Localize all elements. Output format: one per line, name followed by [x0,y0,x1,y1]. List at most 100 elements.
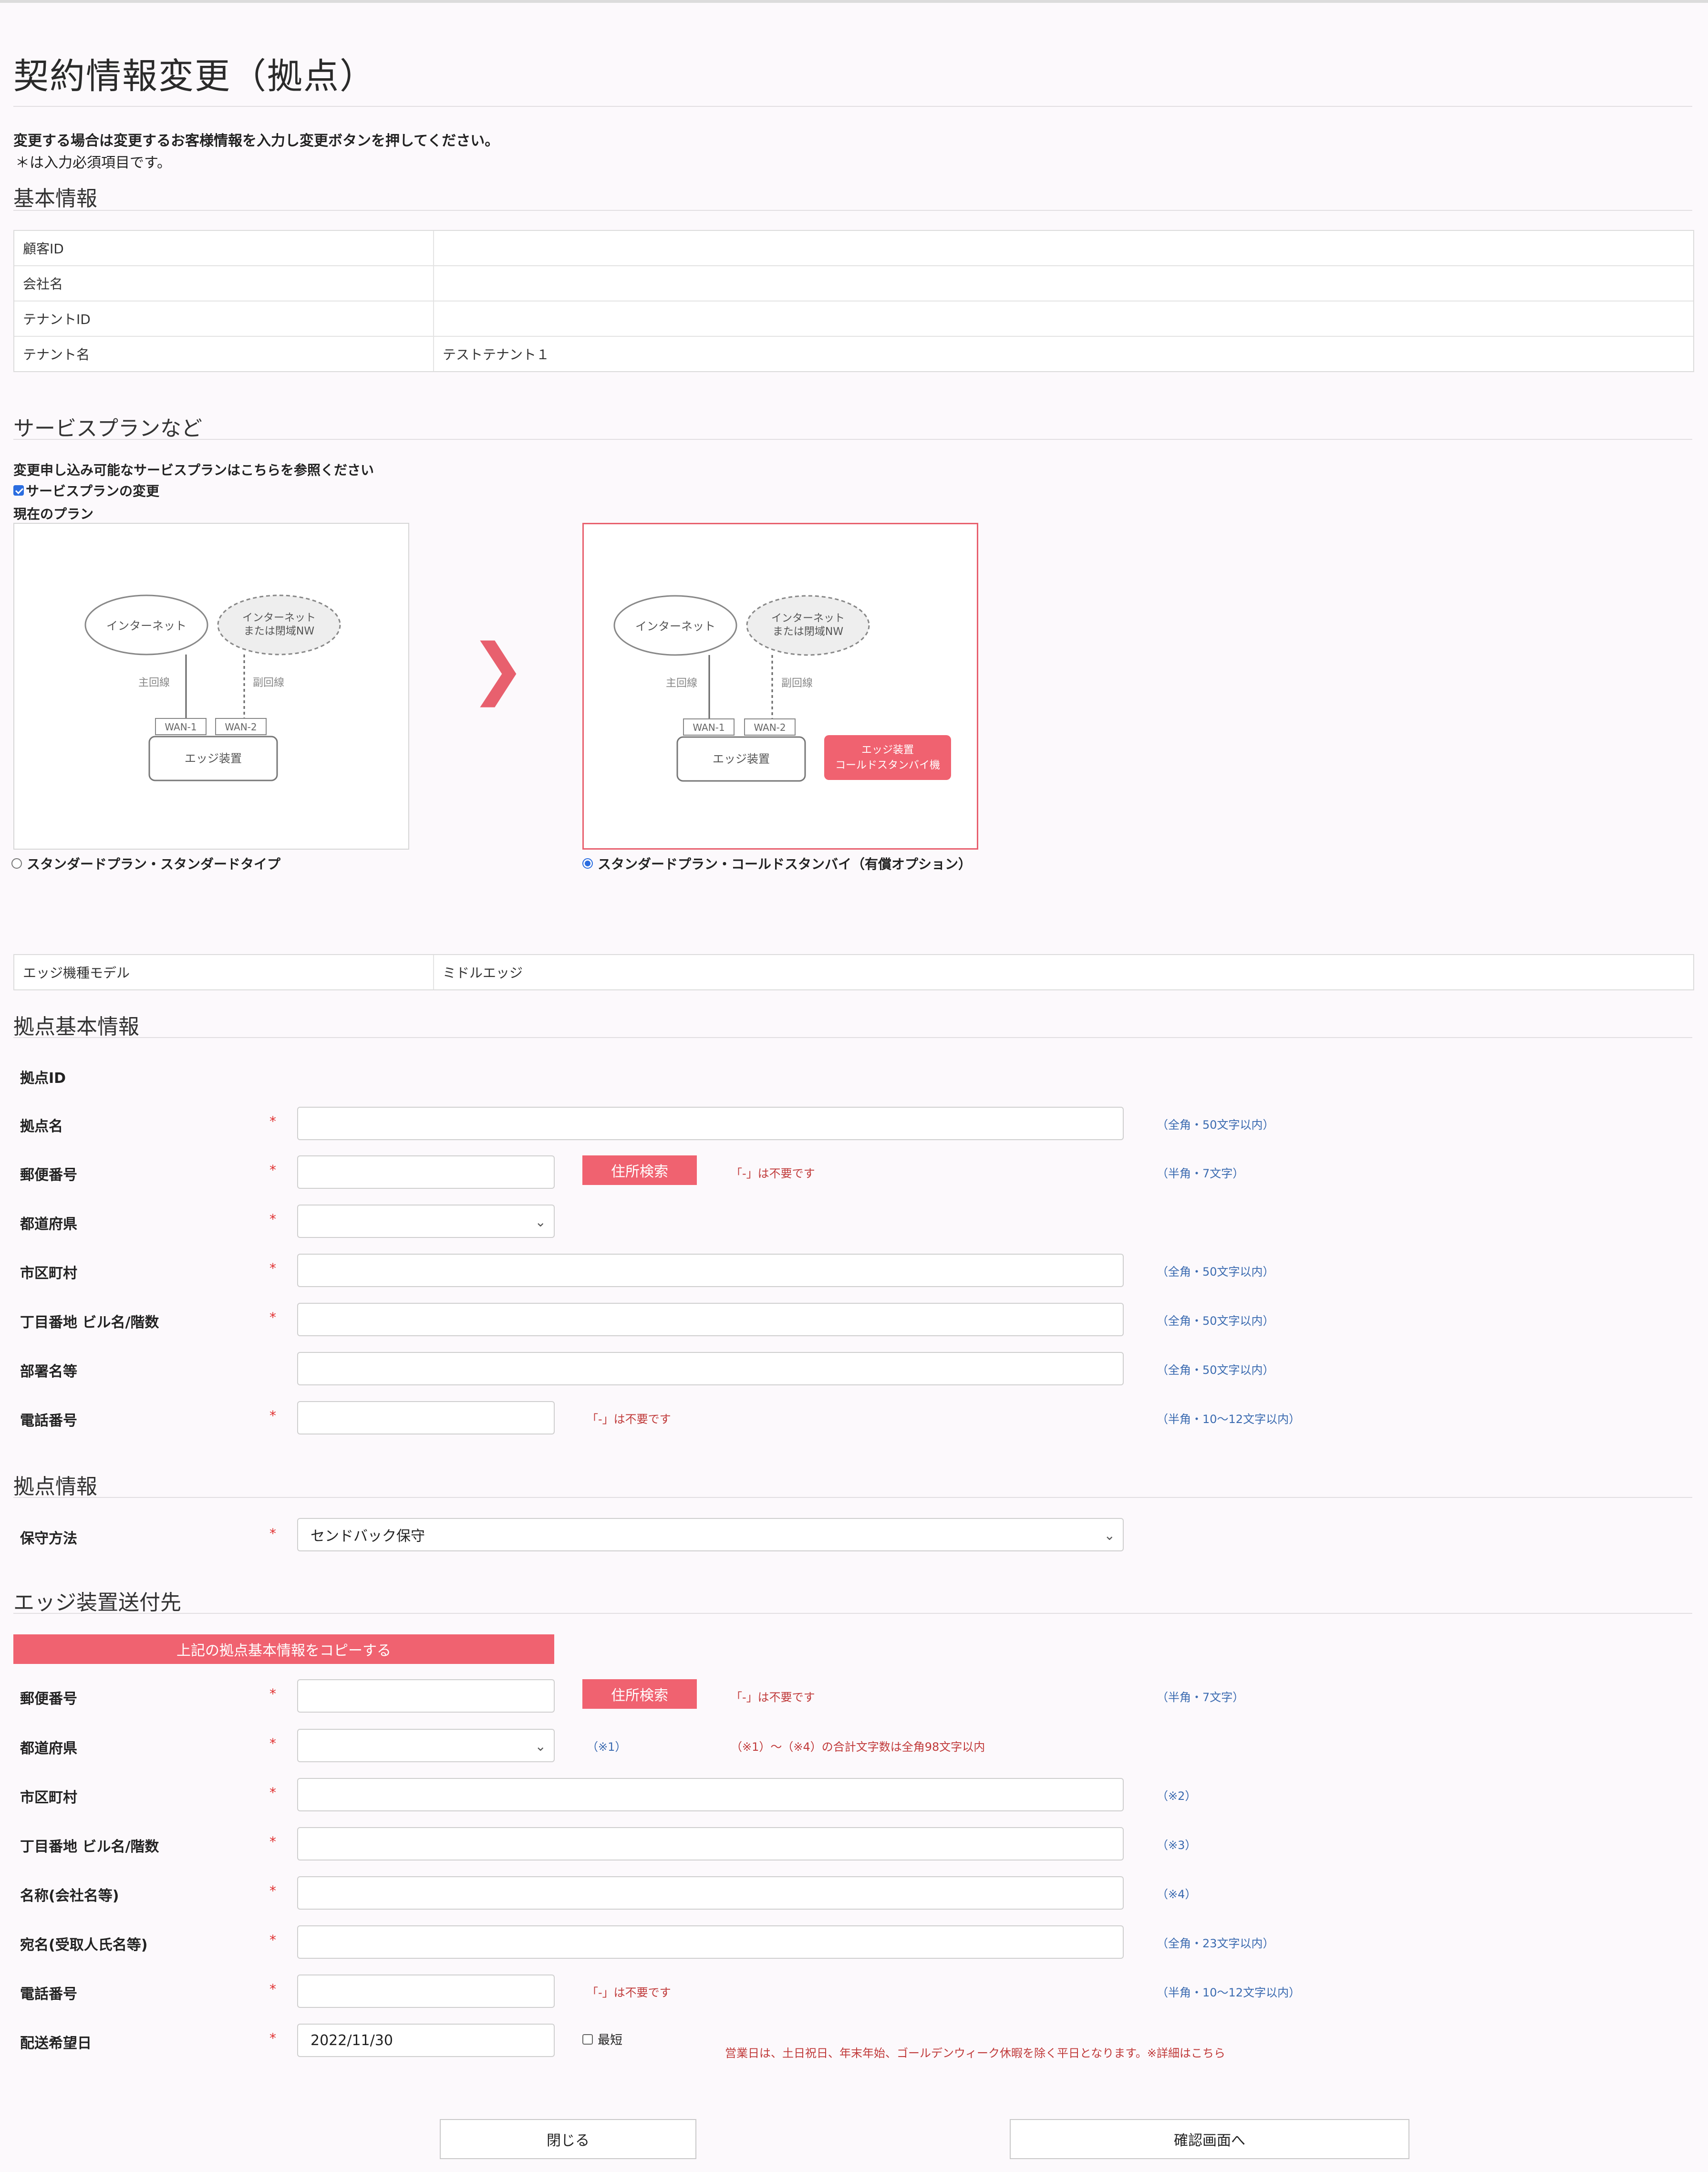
table-row: 顧客ID [14,231,1693,266]
city-label: 市区町村 [20,1265,77,1282]
site-name-label: 拠点名 [20,1118,63,1135]
postal-code-input[interactable] [297,1155,555,1189]
chevron-right-icon: ❯ [470,630,526,707]
table-row: テナント名 テストテナント１ [14,337,1693,371]
ship-address-label: 丁目番地 ビル名/階数 [20,1839,159,1855]
closed-network-label-1: インターネット [771,613,845,624]
ship-address-search-button[interactable]: 住所検索 [582,1679,697,1709]
required-mark: * [269,1309,276,1325]
confirm-button[interactable]: 確認画面へ [1010,2119,1409,2159]
shortest-checkbox[interactable] [582,2034,593,2045]
site-name-hint: （全角・50文字以内） [1157,1118,1274,1132]
row-label: エッジ機種モデル [14,955,434,989]
maintenance-label: 保守方法 [20,1530,77,1547]
postal-hint: （半角・7文字） [1157,1167,1244,1180]
ship-prefecture-note: （※1） [587,1740,627,1754]
copy-site-info-button[interactable]: 上記の拠点基本情報をコピーする [13,1634,554,1664]
phone-input[interactable] [297,1401,555,1434]
wan1-label: WAN-1 [693,722,725,733]
plan-radio-standard[interactable] [11,858,22,869]
plan-change-checkbox-row[interactable]: サービスプランの変更 [13,481,159,500]
ship-city-note: （※2） [1157,1789,1197,1803]
required-mark: * [269,1932,276,1948]
address-label: 丁目番地 ビル名/階数 [20,1314,159,1331]
close-button[interactable]: 閉じる [440,2119,696,2159]
shortest-checkbox-row[interactable]: 最短 [582,2030,622,2048]
required-mark: * [269,1162,276,1178]
divider [13,106,1692,107]
prefecture-select[interactable]: ⌄ [297,1205,555,1238]
address-input[interactable] [297,1303,1124,1336]
network-diagram-cold-standby: インターネット インターネット または閉域NW 主回線 副回線 WAN-1 WA… [613,595,951,782]
chevron-down-icon: ⌄ [1104,1528,1115,1543]
required-mark: * [269,1260,276,1276]
dept-input[interactable] [297,1352,1124,1385]
dept-label: 部署名等 [20,1363,77,1380]
required-mark: * [269,1526,276,1541]
ship-address-input[interactable] [297,1827,1124,1860]
plan-change-label: サービスプランの変更 [26,483,160,499]
divider [13,1497,1692,1498]
ship-postal-input[interactable] [297,1679,555,1713]
delivery-date-label: 配送希望日 [20,2035,92,2052]
wan2-label: WAN-2 [754,722,786,733]
divider [13,1613,1692,1614]
plan-change-checkbox[interactable] [13,485,24,496]
address-hint: （全角・50文字以内） [1157,1314,1274,1328]
site-name-input[interactable] [297,1107,1124,1140]
main-line-label: 主回線 [666,677,697,689]
ship-city-input[interactable] [297,1778,1124,1811]
business-day-note: 営業日は、土日祝日、年末年始、ゴールデンウィーク休暇を除く平日となります。※詳細… [725,2047,1225,2060]
wan1-label: WAN-1 [165,721,197,733]
main-line-label: 主回線 [138,677,170,689]
plan-option-cold-standby[interactable]: スタンダードプラン・コールドスタンバイ（有償オプション） [582,854,972,873]
sub-line-label: 副回線 [253,677,284,689]
city-input[interactable] [297,1254,1124,1287]
basic-info-table: 顧客ID 会社名 テナントID テナント名 テストテナント１ [13,230,1694,372]
plan-option-standard[interactable]: スタンダードプラン・スタンダードタイプ [11,854,280,873]
internet-label: インターネット [635,620,715,633]
ship-phone-input[interactable] [297,1975,555,2008]
plan-reference-link[interactable]: 変更申し込み可能なサービスプランはこちらを参照ください [13,460,374,479]
site-id-label: 拠点ID [20,1070,66,1087]
required-mark: * [269,1981,276,1997]
required-mark: * [269,1113,276,1129]
ship-company-note: （※4） [1157,1888,1197,1901]
section-title-site-basic: 拠点基本情報 [13,1015,139,1039]
required-mark: * [269,1686,276,1702]
city-hint: （全角・50文字以内） [1157,1265,1274,1278]
ship-postal-hint: （半角・7文字） [1157,1691,1244,1704]
chevron-down-icon: ⌄ [535,1738,546,1754]
required-mark: * [269,1785,276,1800]
required-mark: * [269,1883,276,1899]
plan-radio-cold-standby[interactable] [582,858,593,869]
current-plan-label: 現在のプラン [13,506,94,522]
intro-text: 変更する場合は変更するお客様情報を入力し変更ボタンを押してください。 [13,133,499,149]
maintenance-select[interactable]: センドバック保守 ⌄ [297,1518,1124,1551]
edge-device-label: エッジ装置 [185,752,242,765]
address-search-button[interactable]: 住所検索 [582,1155,697,1185]
ship-prefecture-select[interactable]: ⌄ [297,1729,555,1762]
phone-warn: 「-」は不要です [587,1413,671,1426]
internet-label: インターネット [106,619,186,633]
row-value: ミドルエッジ [443,965,523,981]
divider [13,439,1692,440]
plan-card-cold-standby[interactable]: インターネット インターネット または閉域NW 主回線 副回線 WAN-1 WA… [582,523,978,850]
row-label: テナントID [14,301,434,336]
postal-label: 郵便番号 [20,1167,77,1184]
edge-model-table: エッジ機種モデル ミドルエッジ [13,954,1694,990]
postal-warn: 「-」は不要です [731,1167,815,1180]
closed-network-shape [746,595,870,656]
required-mark: * [269,1834,276,1850]
ship-recipient-hint: （全角・23文字以内） [1157,1937,1274,1950]
row-label: 会社名 [14,266,434,301]
ship-company-input[interactable] [297,1876,1124,1910]
phone-label: 電話番号 [20,1413,77,1429]
delivery-date-input[interactable]: 2022/11/30 [297,2024,555,2057]
plan-card-standard[interactable]: インターネット インターネット または閉域NW 主回線 副回線 WAN-1 WA… [13,523,409,850]
required-mark: * [269,1408,276,1424]
plan-option-standard-label: スタンダードプラン・スタンダードタイプ [27,856,281,872]
ship-recipient-input[interactable] [297,1925,1124,1959]
ship-phone-hint: （半角・10〜12文字以内） [1157,1986,1301,1999]
shortest-label: 最短 [598,2033,623,2047]
